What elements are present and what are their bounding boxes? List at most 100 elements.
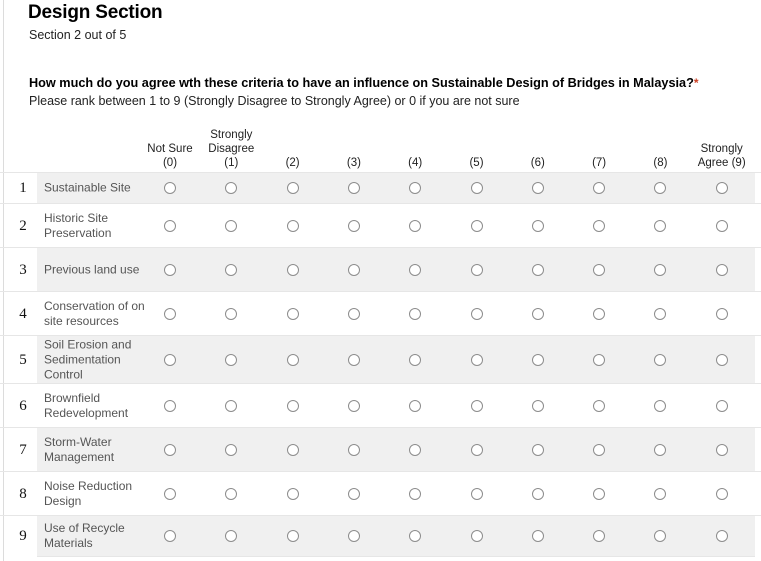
radio-cell-r2-c3[interactable] [323, 219, 385, 233]
radio-cell-r9-c2[interactable] [262, 529, 324, 543]
radio-button-icon[interactable] [225, 219, 238, 232]
radio-cell-r7-c6[interactable] [507, 443, 569, 457]
radio-button-icon[interactable] [715, 219, 728, 232]
radio-button-icon[interactable] [593, 263, 606, 276]
radio-cell-r2-c7[interactable] [568, 219, 630, 233]
radio-button-icon[interactable] [715, 443, 728, 456]
radio-cell-r7-c9[interactable] [691, 443, 753, 457]
radio-button-icon[interactable] [715, 307, 728, 320]
radio-cell-r6-c5[interactable] [446, 399, 508, 413]
radio-button-icon[interactable] [164, 182, 176, 194]
radio-cell-r5-c7[interactable] [568, 353, 630, 367]
radio-cell-r7-c5[interactable] [446, 443, 508, 457]
radio-button-icon[interactable] [409, 399, 422, 412]
radio-button-icon[interactable] [470, 487, 483, 500]
radio-button-icon[interactable] [164, 219, 176, 232]
radio-cell-r1-c5[interactable] [446, 181, 508, 195]
radio-button-icon[interactable] [225, 182, 238, 194]
radio-button-icon[interactable] [286, 263, 299, 276]
radio-cell-r6-c1[interactable] [200, 399, 262, 413]
radio-cell-r2-c8[interactable] [629, 219, 691, 233]
radio-cell-r8-c0[interactable] [139, 487, 201, 501]
radio-cell-r5-c3[interactable] [323, 353, 385, 367]
radio-button-icon[interactable] [654, 182, 667, 194]
radio-cell-r8-c1[interactable] [200, 487, 262, 501]
radio-cell-r3-c0[interactable] [139, 263, 201, 277]
radio-cell-r8-c8[interactable] [629, 487, 691, 501]
radio-cell-r4-c4[interactable] [384, 307, 446, 321]
radio-cell-r3-c6[interactable] [507, 263, 569, 277]
radio-cell-r1-c4[interactable] [384, 181, 446, 195]
radio-cell-r9-c5[interactable] [446, 529, 508, 543]
radio-cell-r8-c3[interactable] [323, 487, 385, 501]
radio-cell-r9-c0[interactable] [139, 529, 201, 543]
radio-button-icon[interactable] [531, 353, 544, 366]
radio-button-icon[interactable] [225, 263, 238, 276]
radio-button-icon[interactable] [654, 399, 667, 412]
radio-cell-r6-c9[interactable] [691, 399, 753, 413]
radio-button-icon[interactable] [531, 263, 544, 276]
radio-button-icon[interactable] [286, 443, 299, 456]
radio-button-icon[interactable] [347, 530, 360, 542]
radio-button-icon[interactable] [347, 487, 360, 500]
radio-cell-r9-c3[interactable] [323, 529, 385, 543]
radio-button-icon[interactable] [593, 353, 606, 366]
radio-cell-r7-c0[interactable] [139, 443, 201, 457]
radio-button-icon[interactable] [715, 399, 728, 412]
radio-cell-r6-c2[interactable] [262, 399, 324, 413]
radio-button-icon[interactable] [531, 219, 544, 232]
radio-cell-r5-c0[interactable] [139, 353, 201, 367]
radio-cell-r3-c2[interactable] [262, 263, 324, 277]
radio-button-icon[interactable] [470, 399, 483, 412]
radio-cell-r6-c7[interactable] [568, 399, 630, 413]
radio-cell-r8-c5[interactable] [446, 487, 508, 501]
radio-cell-r1-c6[interactable] [507, 181, 569, 195]
radio-cell-r1-c1[interactable] [200, 181, 262, 195]
radio-button-icon[interactable] [531, 399, 544, 412]
radio-cell-r7-c4[interactable] [384, 443, 446, 457]
radio-cell-r4-c8[interactable] [629, 307, 691, 321]
radio-button-icon[interactable] [531, 487, 544, 500]
radio-cell-r2-c6[interactable] [507, 219, 569, 233]
radio-cell-r1-c2[interactable] [262, 181, 324, 195]
radio-button-icon[interactable] [470, 307, 483, 320]
radio-cell-r2-c1[interactable] [200, 219, 262, 233]
radio-button-icon[interactable] [164, 487, 176, 500]
radio-cell-r3-c1[interactable] [200, 263, 262, 277]
radio-button-icon[interactable] [715, 487, 728, 500]
radio-cell-r1-c9[interactable] [691, 181, 753, 195]
radio-cell-r8-c6[interactable] [507, 487, 569, 501]
radio-button-icon[interactable] [531, 182, 544, 194]
radio-cell-r9-c6[interactable] [507, 529, 569, 543]
radio-cell-r5-c2[interactable] [262, 353, 324, 367]
radio-button-icon[interactable] [715, 530, 728, 542]
radio-cell-r5-c9[interactable] [691, 353, 753, 367]
radio-button-icon[interactable] [593, 219, 606, 232]
radio-button-icon[interactable] [715, 353, 728, 366]
radio-cell-r2-c4[interactable] [384, 219, 446, 233]
radio-cell-r4-c6[interactable] [507, 307, 569, 321]
radio-cell-r2-c5[interactable] [446, 219, 508, 233]
radio-button-icon[interactable] [409, 182, 422, 194]
radio-button-icon[interactable] [409, 353, 422, 366]
radio-button-icon[interactable] [470, 219, 483, 232]
radio-cell-r4-c0[interactable] [139, 307, 201, 321]
radio-button-icon[interactable] [715, 263, 728, 276]
radio-cell-r5-c4[interactable] [384, 353, 446, 367]
radio-cell-r3-c3[interactable] [323, 263, 385, 277]
radio-button-icon[interactable] [470, 530, 483, 542]
radio-cell-r1-c7[interactable] [568, 181, 630, 195]
radio-button-icon[interactable] [347, 263, 360, 276]
radio-cell-r9-c9[interactable] [691, 529, 753, 543]
radio-cell-r3-c9[interactable] [691, 263, 753, 277]
radio-cell-r3-c4[interactable] [384, 263, 446, 277]
radio-cell-r9-c1[interactable] [200, 529, 262, 543]
radio-cell-r2-c9[interactable] [691, 219, 753, 233]
radio-cell-r9-c4[interactable] [384, 529, 446, 543]
radio-button-icon[interactable] [225, 399, 238, 412]
radio-button-icon[interactable] [470, 263, 483, 276]
radio-button-icon[interactable] [286, 487, 299, 500]
radio-button-icon[interactable] [593, 182, 606, 194]
radio-button-icon[interactable] [164, 263, 176, 276]
radio-cell-r4-c1[interactable] [200, 307, 262, 321]
